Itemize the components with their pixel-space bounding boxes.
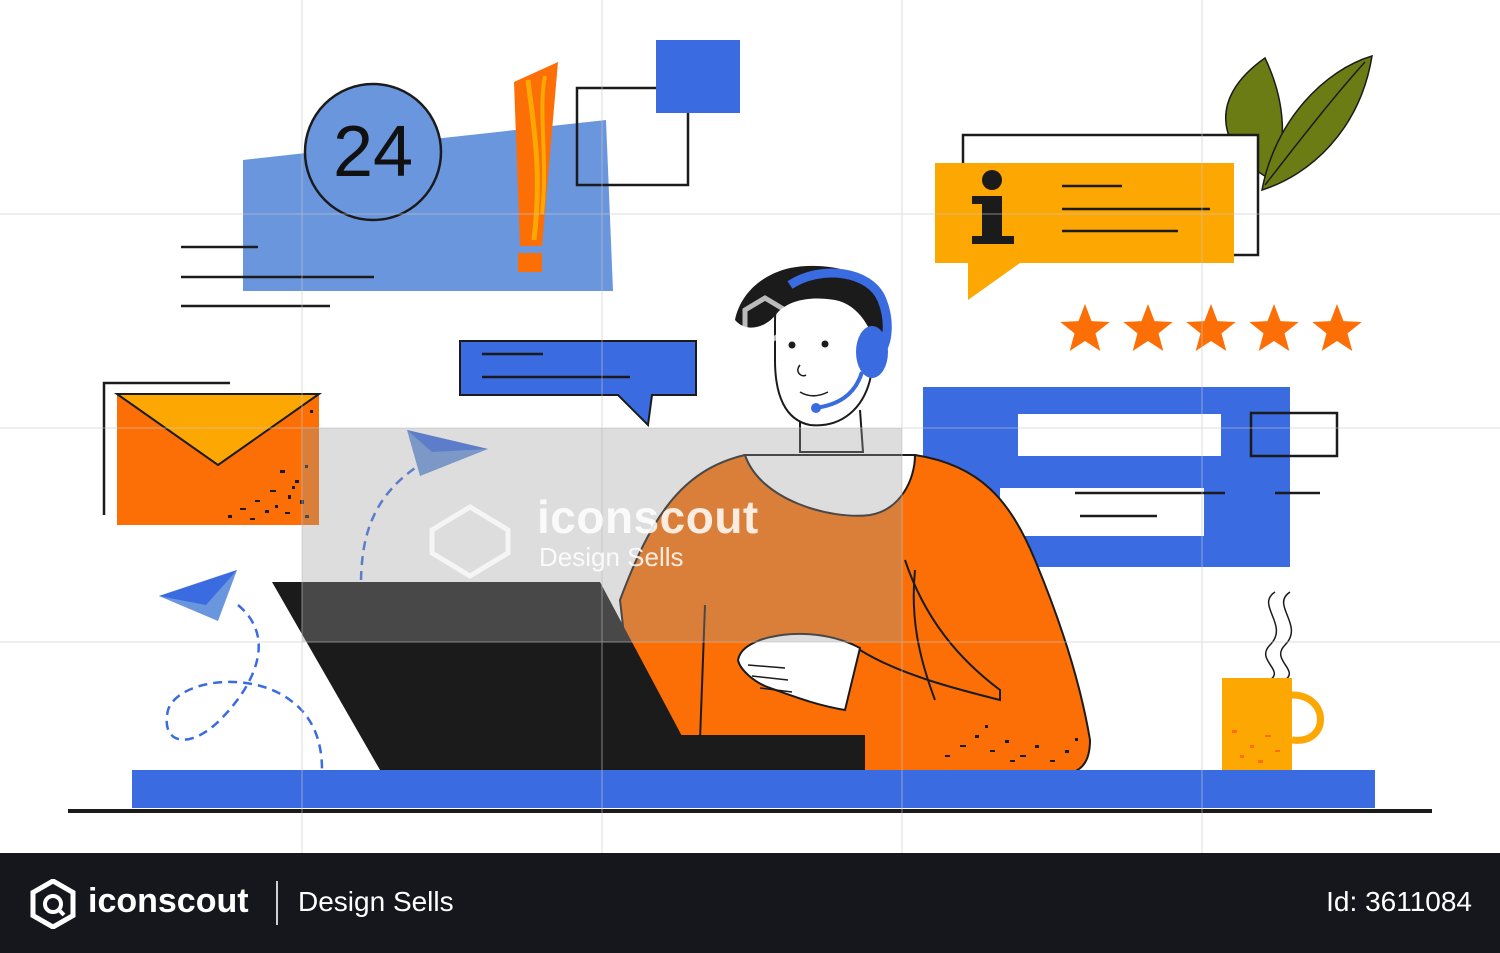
chat-bubble [459, 340, 697, 428]
envelope-icon [102, 381, 323, 525]
support-24-panel: 24 [181, 62, 613, 308]
info-message-card [935, 133, 1260, 300]
watermark-tagline: Design Sells [539, 542, 684, 572]
star-icon [1312, 304, 1362, 351]
watermark-center: iconscout Design Sells [425, 490, 785, 580]
star-icon [1249, 304, 1299, 351]
badge-24-text: 24 [333, 112, 413, 192]
desk [132, 770, 1375, 808]
star-icon [1123, 304, 1173, 351]
star-icon [1186, 304, 1236, 351]
iconscout-logo-icon [30, 879, 76, 929]
footer-asset-id: Id: 3611084 [1326, 886, 1472, 917]
footer-tagline: Design Sells [298, 886, 454, 917]
illustration-stage: 24 iconscout Design Sells iconscout Desi… [0, 0, 1500, 953]
star-rating [1060, 304, 1362, 351]
form-field-1 [1018, 414, 1221, 456]
star-icon [1060, 304, 1110, 351]
footer-separator [276, 881, 278, 925]
footer-bar: iconscout Design Sells Id: 3611084 [0, 853, 1500, 953]
footer-brand: iconscout [88, 882, 249, 920]
watermark-brand: iconscout [537, 491, 759, 543]
customer-support-illustration: 24 [68, 40, 1432, 813]
form-field-2 [1000, 488, 1204, 536]
blue-square [656, 40, 740, 113]
coffee-mug-icon [1222, 591, 1324, 770]
24-hour-badge-icon: 24 [303, 82, 443, 222]
